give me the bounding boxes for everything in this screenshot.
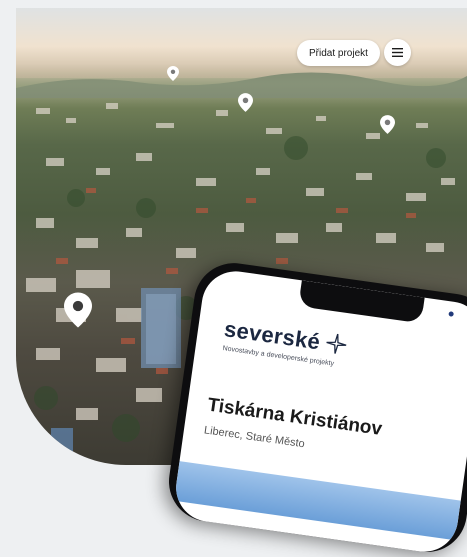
camera-dot [448, 311, 454, 317]
location-pin-icon[interactable] [64, 292, 92, 328]
hamburger-menu-icon [392, 48, 403, 57]
project-image-preview [173, 461, 461, 541]
star-icon [326, 333, 347, 354]
add-project-button[interactable]: Přidat projekt [297, 40, 380, 66]
phone-screen: severské Novostavby a developerské proje… [171, 267, 467, 557]
phone-mockup: severské Novostavby a developerské proje… [163, 258, 467, 557]
hamburger-menu-button[interactable] [384, 39, 411, 66]
location-pin-icon[interactable] [167, 66, 179, 81]
location-pin-icon[interactable] [238, 93, 253, 112]
location-pin-icon[interactable] [380, 115, 395, 134]
phone-notch [298, 280, 454, 324]
